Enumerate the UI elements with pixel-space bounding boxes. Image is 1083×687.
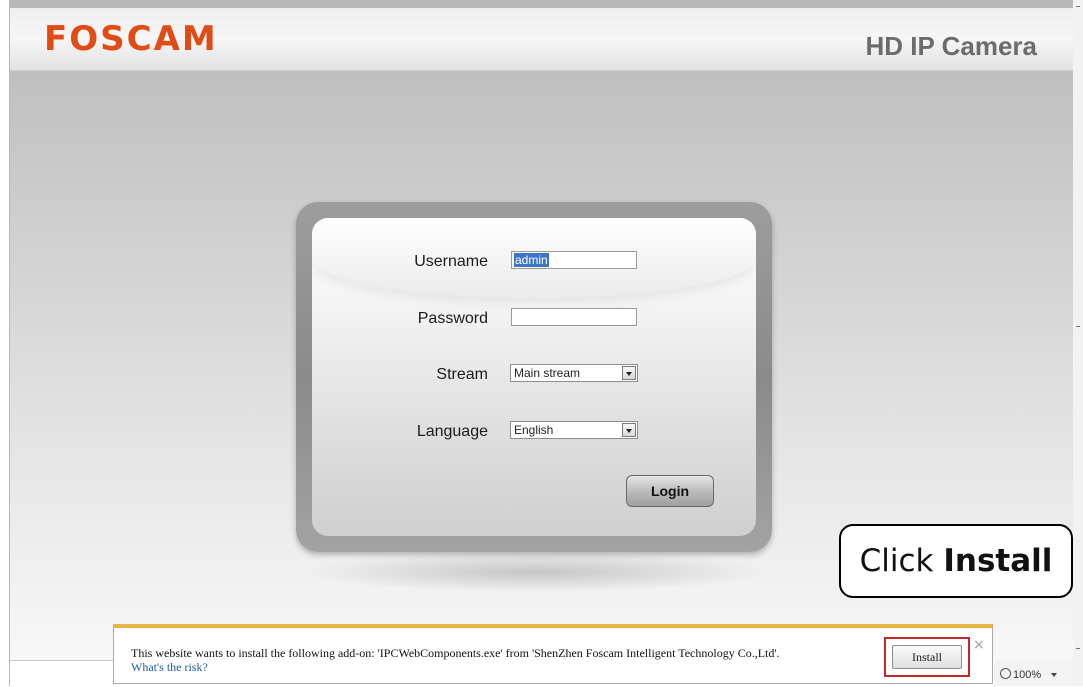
stream-label: Stream [436,366,488,383]
notification-message: This website wants to install the follow… [131,646,780,660]
language-selected-value: English [514,423,554,437]
browser-scrollbar[interactable] [1072,0,1083,686]
browser-frame-left [0,0,10,686]
language-label: Language [416,423,488,440]
page-title: HD IP Camera [865,31,1038,61]
callout-prefix: Click [859,543,944,579]
scrollbar-tick [1076,326,1080,327]
instruction-callout: Click Install [839,524,1073,598]
panel-reflection [302,552,768,592]
password-input[interactable] [511,308,637,326]
install-highlight-box: Install [884,637,970,677]
stream-select[interactable]: Main stream [510,364,638,382]
dropdown-arrow-icon[interactable] [622,366,636,380]
status-bar [10,660,113,687]
page-header: FOSCAM HD IP Camera [10,8,1073,71]
zoom-control[interactable]: 100% [994,660,1073,686]
zoom-indicator[interactable]: 100% [1000,668,1058,681]
zoom-level: 100% [1013,669,1042,681]
stream-selected-value: Main stream [514,366,581,380]
scrollbar-tick [1076,648,1080,649]
foscam-logo: FOSCAM [44,19,218,59]
username-input[interactable]: admin [511,251,637,269]
dropdown-arrow-icon[interactable] [622,423,636,437]
username-value: admin [514,253,549,267]
whats-the-risk-link[interactable]: What's the risk? [131,660,208,674]
language-select[interactable]: English [510,421,638,439]
close-icon[interactable]: × [973,638,985,652]
addon-notification-bar: This website wants to install the follow… [113,624,993,684]
zoom-icon [1000,668,1011,679]
install-button[interactable]: Install [892,645,962,669]
username-label: Username [414,253,488,270]
login-button[interactable]: Login [626,475,714,507]
chevron-down-icon[interactable] [1051,673,1058,677]
scrollbar-tick [1076,6,1080,7]
password-label: Password [417,310,488,327]
callout-emphasis: Install [943,543,1053,579]
